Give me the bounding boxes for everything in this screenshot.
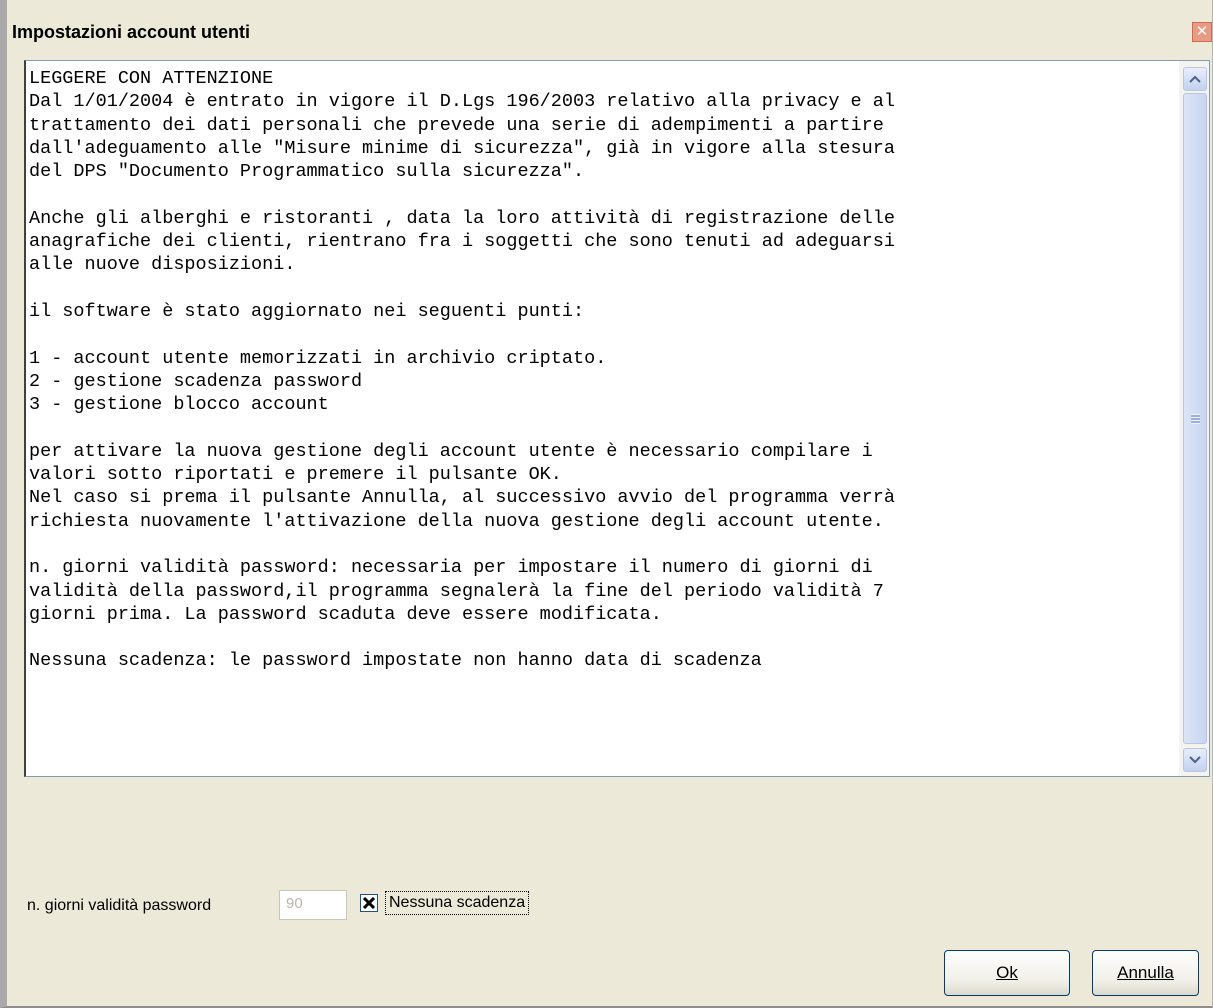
chevron-down-icon (1189, 756, 1201, 764)
ok-button[interactable]: Ok (944, 950, 1070, 996)
title-bar[interactable]: Impostazioni account utenti ✕ (7, 0, 1212, 46)
days-validity-input[interactable]: 90 (279, 890, 347, 920)
window-title: Impostazioni account utenti (12, 22, 251, 42)
info-textarea[interactable]: LEGGERE CON ATTENZIONE Dal 1/01/2004 è e… (24, 60, 1210, 777)
grip-icon (1191, 413, 1200, 424)
chevron-up-icon (1189, 75, 1201, 83)
dialog-window: Impostazioni account utenti ✕ LEGGERE CO… (0, 0, 1213, 1008)
close-icon: ✕ (1195, 22, 1209, 40)
info-text: LEGGERE CON ATTENZIONE Dal 1/01/2004 è e… (29, 68, 895, 672)
vertical-scrollbar[interactable] (1179, 61, 1209, 776)
days-validity-value: 90 (286, 895, 303, 912)
cancel-button[interactable]: Annulla (1092, 950, 1199, 996)
no-expiry-checkbox[interactable] (360, 894, 378, 912)
days-validity-label: n. giorni validità password (27, 897, 212, 914)
scroll-up-button[interactable] (1183, 67, 1207, 91)
scroll-down-button[interactable] (1183, 748, 1207, 772)
close-button[interactable]: ✕ (1192, 22, 1212, 42)
scroll-thumb[interactable] (1183, 93, 1207, 744)
check-x-icon (363, 897, 375, 909)
no-expiry-label[interactable]: Nessuna scadenza (385, 891, 530, 915)
